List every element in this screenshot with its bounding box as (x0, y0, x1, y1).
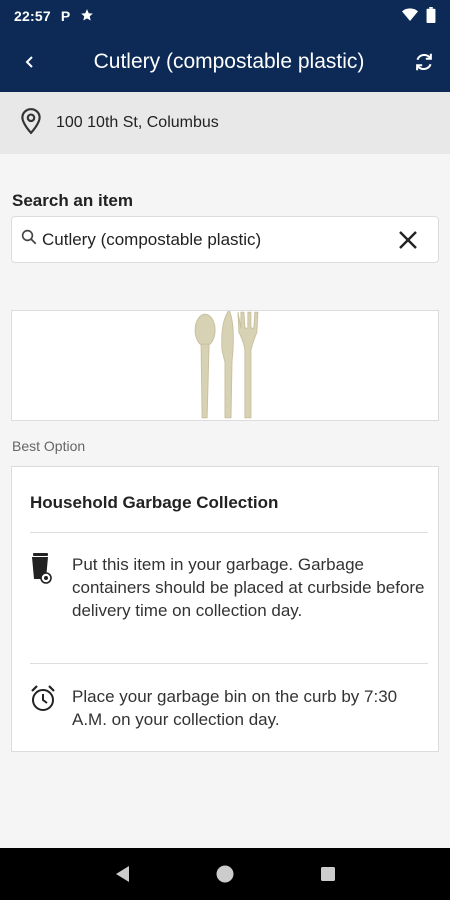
nav-recents-button[interactable] (308, 854, 348, 894)
search-box[interactable] (11, 216, 439, 263)
address-text: 100 10th St, Columbus (56, 114, 219, 131)
option-title: Household Garbage Collection (30, 493, 279, 512)
page-title: Cutlery (compostable plastic) (93, 50, 365, 73)
back-button[interactable] (0, 32, 60, 92)
alarm-clock-icon (30, 685, 72, 731)
square-recents-icon (321, 867, 336, 881)
circle-home-icon (216, 865, 234, 883)
address-bar[interactable]: 100 10th St, Columbus (0, 92, 450, 154)
nav-home-button[interactable] (205, 854, 245, 894)
close-icon (399, 230, 417, 249)
search-icon (20, 228, 38, 251)
instruction-row: Put this item in your garbage. Garbage c… (30, 553, 428, 622)
garbage-bin-icon (30, 553, 72, 622)
app-bar: Cutlery (compostable plastic) (0, 32, 450, 92)
battery-icon (426, 6, 436, 26)
instruction-text: Put this item in your garbage. Garbage c… (72, 555, 425, 620)
divider (30, 532, 428, 533)
clear-search-button[interactable] (384, 217, 432, 263)
refresh-button[interactable] (398, 32, 450, 92)
refresh-icon (416, 53, 432, 71)
divider (30, 663, 428, 664)
system-nav-bar (0, 848, 450, 900)
best-option-card: Household Garbage Collection Put this it… (11, 466, 439, 752)
star-icon (80, 8, 94, 25)
status-time: 22:57 (14, 8, 51, 24)
best-option-label: Best Option (12, 438, 86, 454)
status-bar: 22:57 P (0, 0, 450, 32)
cutlery-image (194, 311, 259, 419)
main-content: Search an item Best Option Household Gar… (0, 154, 450, 848)
item-image (11, 310, 439, 421)
wifi-icon (402, 7, 418, 25)
chevron-left-icon (25, 56, 33, 68)
search-input[interactable] (42, 229, 384, 250)
notification-p-icon: P (60, 8, 71, 24)
nav-back-button[interactable] (102, 854, 142, 894)
instruction-text: Place your garbage bin on the curb by 7:… (72, 687, 398, 729)
search-label: Search an item (12, 191, 133, 210)
instruction-row: Place your garbage bin on the curb by 7:… (30, 685, 428, 731)
location-pin-icon (18, 107, 44, 140)
triangle-back-icon (115, 866, 129, 882)
